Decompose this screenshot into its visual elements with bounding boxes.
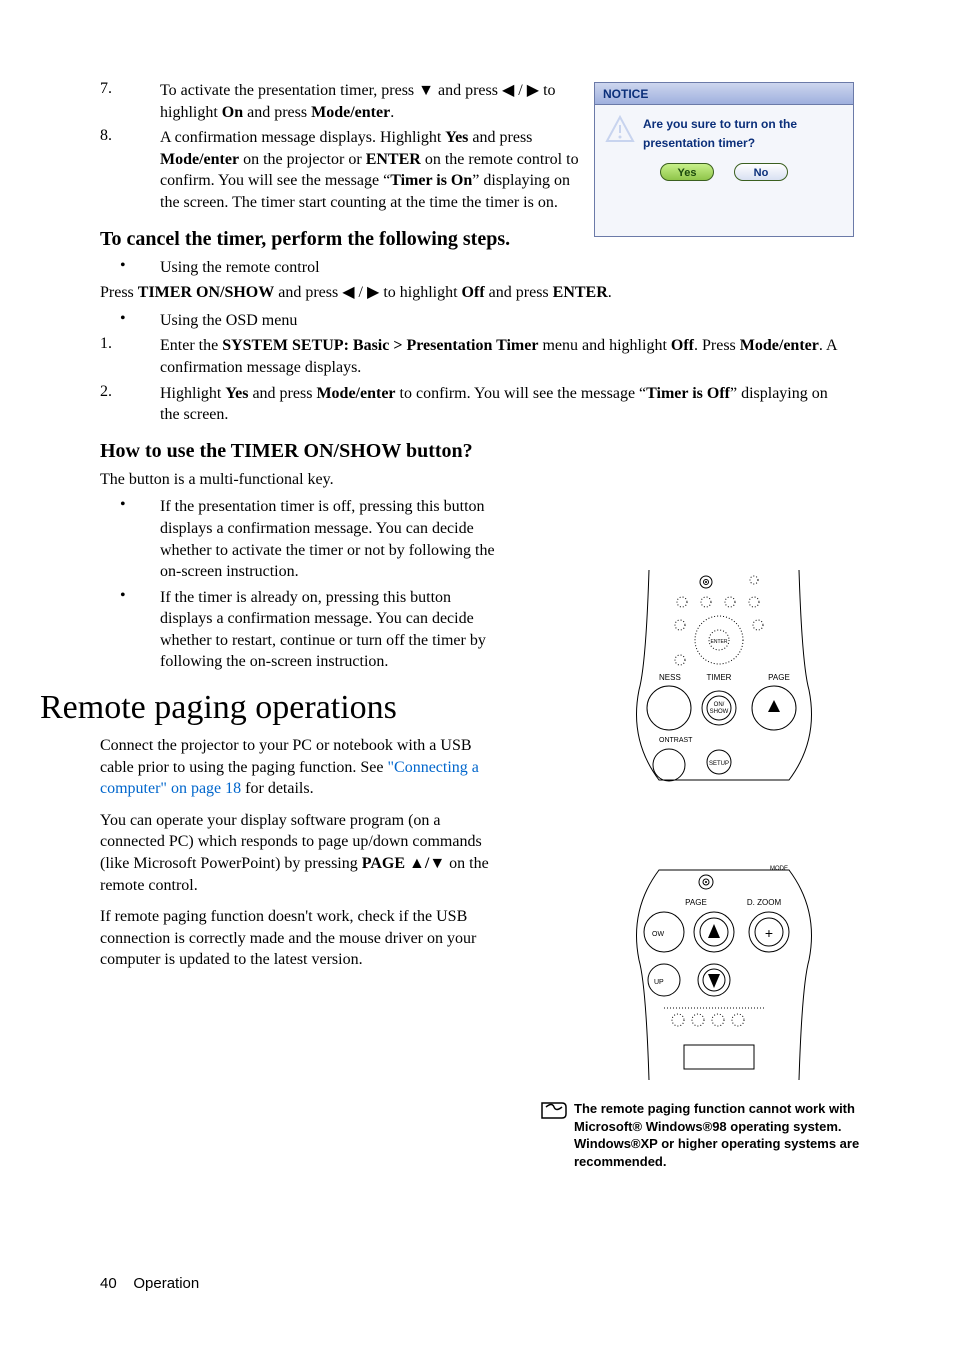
howto-bullet-1: • If the presentation timer is off, pres… (100, 496, 500, 582)
bullet-remote-control: • Using the remote control (100, 257, 850, 279)
step-8: 8. A confirmation message displays. High… (100, 127, 580, 213)
down-icon: ▼ (418, 82, 434, 99)
label-show: SHOW (710, 709, 729, 715)
step-7: 7. To activate the presentation timer, p… (100, 80, 580, 123)
cancel-step-1: 1. Enter the SYSTEM SETUP: Basic > Prese… (100, 335, 850, 378)
left-icon: ◀ (342, 284, 354, 301)
press-line: Press TIMER ON/SHOW and press ◀ / ▶ to h… (100, 282, 850, 304)
bullet-osd-menu: • Using the OSD menu (100, 310, 850, 332)
step-body: To activate the presentation timer, pres… (160, 80, 580, 123)
notice-title: NOTICE (595, 83, 853, 105)
svg-text:ENTER: ENTER (711, 639, 728, 645)
notice-yes-button[interactable]: Yes (660, 163, 714, 181)
howto-bullet-2: • If the timer is already on, pressing t… (100, 587, 500, 673)
up-icon: ▲ (409, 855, 425, 872)
section-name: Operation (133, 1275, 199, 1292)
notice-dialog: NOTICE Are you sure to turn on the prese… (594, 82, 854, 237)
notice-message: Are you sure to turn on the presentation… (643, 115, 797, 153)
step-number: 7. (100, 80, 160, 123)
howto-intro: The button is a multi-functional key. (100, 469, 500, 491)
label-page: PAGE (768, 673, 790, 682)
notice-no-button[interactable]: No (734, 163, 788, 181)
label-up: UP (654, 979, 664, 986)
right-icon: ▶ (367, 284, 379, 301)
remote-p2: You can operate your display software pr… (100, 810, 500, 896)
step-body: A confirmation message displays. Highlig… (160, 127, 580, 213)
label-dzoom: D. ZOOM (747, 898, 782, 907)
left-icon: ◀ (502, 82, 514, 99)
label-plus: + (765, 925, 773, 941)
label-ow: OW (652, 931, 664, 938)
label-on: ON/ (714, 702, 725, 708)
remote-timer-illustration: ENTER NESS TIMER PAGE ON/ SHOW ONTRAST S… (624, 570, 824, 792)
remote-p3: If remote paging function doesn't work, … (100, 906, 500, 971)
page-footer: 40 Operation (100, 1275, 199, 1292)
remote-page-illustration: MODE PAGE D. ZOOM OW + UP (624, 860, 824, 1080)
note-icon (540, 1100, 568, 1125)
svg-text:MODE: MODE (770, 866, 788, 872)
label-page: PAGE (685, 898, 707, 907)
label-ness: NESS (659, 673, 681, 682)
howto-heading: How to use the TIMER ON/SHOW button? (100, 440, 850, 463)
note-block: The remote paging function cannot work w… (540, 1100, 860, 1170)
remote-p1: Connect the projector to your PC or note… (100, 735, 500, 800)
page-number: 40 (100, 1275, 117, 1292)
down-icon: ▼ (429, 855, 445, 872)
cancel-step-2: 2. Highlight Yes and press Mode/enter to… (100, 383, 850, 426)
label-timer: TIMER (707, 673, 732, 682)
right-icon: ▶ (527, 82, 539, 99)
step-number: 8. (100, 127, 160, 213)
label-ontrast: ONTRAST (659, 737, 693, 744)
label-setup: SETUP (709, 761, 729, 767)
warning-icon (605, 115, 635, 145)
note-text: The remote paging function cannot work w… (574, 1100, 860, 1170)
